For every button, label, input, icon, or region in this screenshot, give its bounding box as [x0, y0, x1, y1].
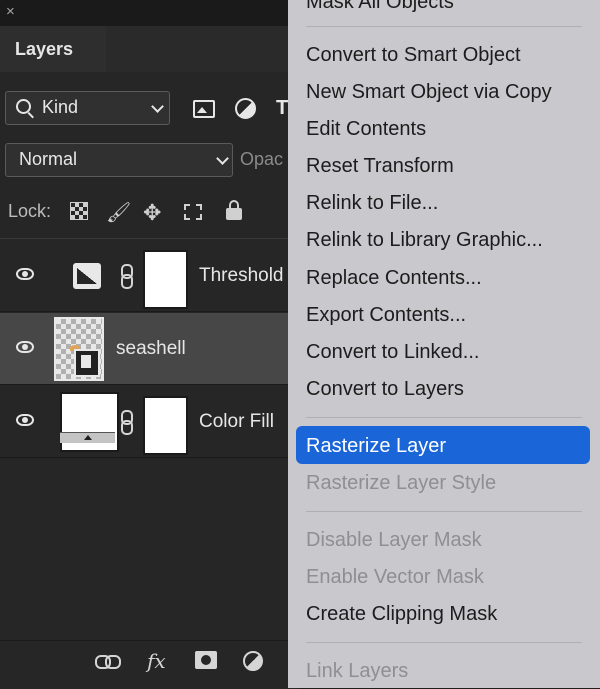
menu-separator	[306, 417, 582, 418]
menu-item-new-smart-object-via-copy[interactable]: New Smart Object via Copy	[306, 81, 552, 104]
visibility-eye-icon[interactable]	[16, 414, 34, 426]
layer-mask-thumbnail[interactable]	[143, 250, 188, 309]
menu-item-convert-to-smart-object[interactable]: Convert to Smart Object	[306, 44, 521, 67]
layer-row-threshold[interactable]: Threshold	[0, 240, 300, 312]
image-filter-icon[interactable]	[193, 100, 215, 118]
mask-icon[interactable]	[195, 651, 217, 669]
menu-item-link-layers: Link Layers	[306, 660, 409, 682]
layer-mask-thumbnail[interactable]	[143, 396, 188, 455]
opacity-label: Opac	[240, 149, 284, 169]
menu-item-replace-contents[interactable]: Replace Contents...	[306, 267, 482, 290]
menu-separator	[306, 26, 582, 27]
menu-item-edit-contents[interactable]: Edit Contents	[306, 118, 426, 141]
adjustment-icon[interactable]	[243, 651, 263, 671]
visibility-eye-icon[interactable]	[16, 268, 34, 280]
fill-indicator	[60, 432, 115, 443]
threshold-adjustment-icon	[73, 263, 101, 289]
menu-item-relink-to-library-graphic[interactable]: Relink to Library Graphic...	[306, 229, 543, 252]
search-icon	[16, 99, 31, 114]
lock-label: Lock:	[8, 201, 52, 221]
artboard-icon[interactable]	[184, 204, 202, 220]
menu-separator	[306, 642, 582, 643]
menu-separator	[306, 511, 582, 512]
layers-bottom-bar: fx	[0, 640, 300, 689]
mask-link-icon[interactable]	[121, 410, 133, 435]
menu-item-create-clipping-mask[interactable]: Create Clipping Mask	[306, 603, 497, 626]
menu-item-convert-to-layers[interactable]: Convert to Layers	[306, 378, 464, 401]
lock-all-icon[interactable]	[226, 200, 242, 220]
adjustment-filter-icon[interactable]	[235, 98, 256, 119]
menu-item-mask-all-objects[interactable]: Mask All Objects	[306, 0, 454, 14]
layer-name: seashell	[116, 338, 186, 359]
blend-mode-select[interactable]: Normal	[5, 143, 233, 177]
chevron-down-icon	[216, 152, 229, 165]
fx-icon[interactable]: fx	[147, 649, 166, 673]
panel-tabstrip: Layers	[0, 26, 300, 72]
filter-kind-select[interactable]: Kind	[5, 91, 170, 125]
layers-panel: × Layers Kind T Normal Opac Lock: 🖌 ✥ Th…	[0, 0, 300, 689]
smart-object-badge-icon	[74, 349, 100, 377]
menu-item-reset-transform[interactable]: Reset Transform	[306, 155, 454, 178]
menu-item-enable-vector-mask: Enable Vector Mask	[306, 566, 484, 588]
menu-item-disable-layer-mask: Disable Layer Mask	[306, 529, 482, 551]
tab-layers[interactable]: Layers	[0, 26, 106, 72]
menu-item-convert-to-linked[interactable]: Convert to Linked...	[306, 341, 479, 364]
close-icon[interactable]: ×	[6, 3, 15, 21]
context-menu: Mask All Objects Convert to Smart Object…	[288, 0, 600, 688]
divider	[0, 238, 300, 239]
visibility-eye-icon[interactable]	[16, 341, 34, 353]
fill-thumbnail	[60, 392, 119, 452]
menu-item-export-contents[interactable]: Export Contents...	[306, 304, 466, 327]
type-filter-icon[interactable]: T	[276, 97, 288, 120]
layer-row-color-fill[interactable]: Color Fill	[0, 386, 300, 458]
menu-item-relink-to-file[interactable]: Relink to File...	[306, 192, 438, 215]
layer-row-seashell[interactable]: seashell	[0, 313, 300, 385]
lock-pixels-icon[interactable]	[70, 202, 88, 220]
tabstrip-empty	[106, 26, 300, 72]
layer-name: Threshold	[199, 265, 284, 286]
link-icon[interactable]	[95, 655, 121, 669]
blend-mode-label: Normal	[19, 149, 78, 169]
filter-kind-label: Kind	[42, 97, 79, 117]
layer-name: Color Fill	[199, 411, 274, 432]
brush-icon[interactable]: 🖌	[106, 202, 131, 224]
menu-item-rasterize-layer-style: Rasterize Layer Style	[306, 472, 497, 494]
panel-titlebar: ×	[0, 0, 300, 26]
chevron-down-icon	[151, 100, 164, 113]
menu-item-rasterize-layer[interactable]: Rasterize Layer	[306, 435, 446, 458]
layer-thumbnail	[54, 317, 104, 381]
mask-link-icon[interactable]	[121, 264, 133, 289]
move-icon[interactable]: ✥	[143, 202, 165, 224]
